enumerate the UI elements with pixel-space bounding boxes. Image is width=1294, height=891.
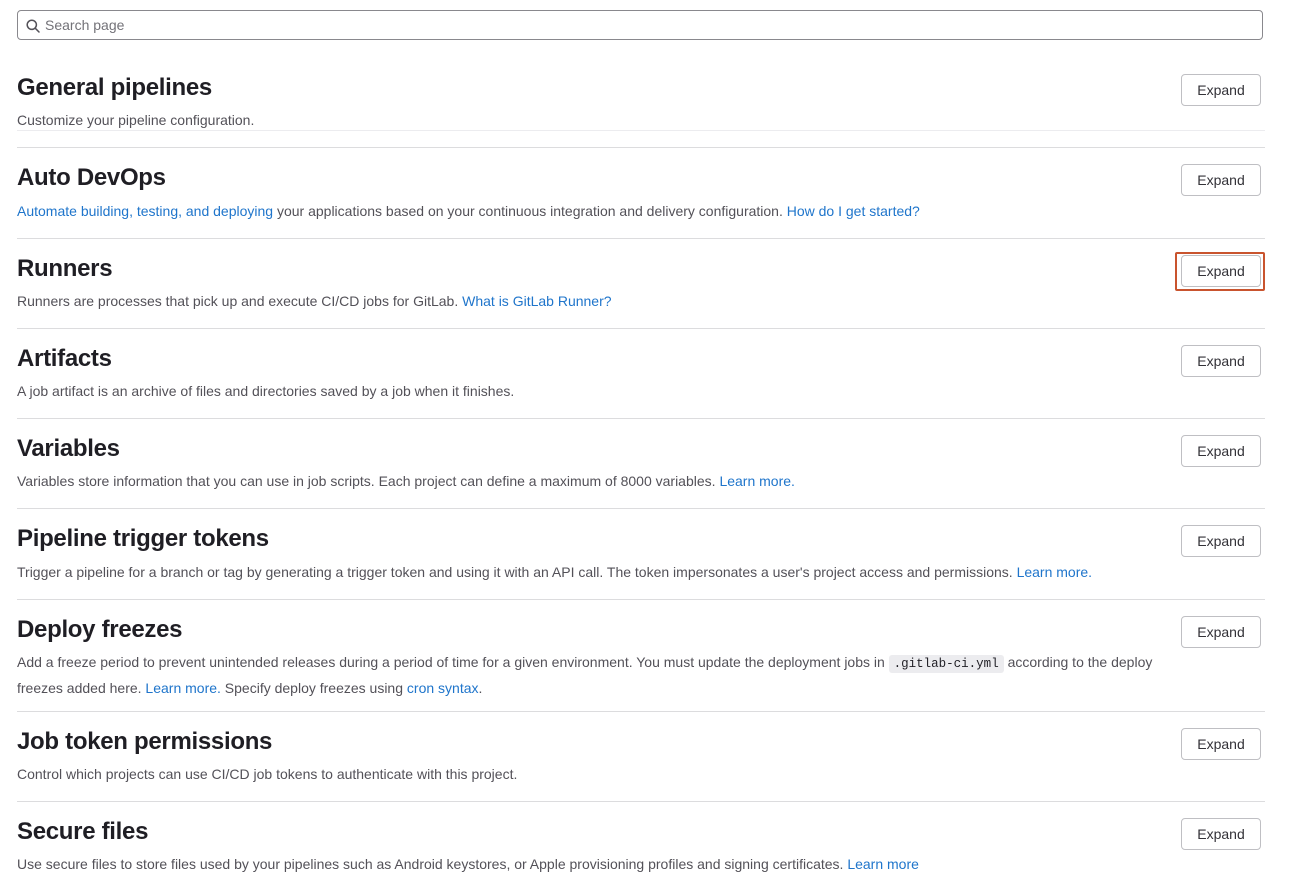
expand-button-job-token[interactable]: Expand	[1181, 728, 1261, 760]
section-description: Trigger a pipeline for a branch or tag b…	[17, 560, 1167, 584]
expand-button-auto-devops[interactable]: Expand	[1181, 164, 1261, 196]
divider	[17, 508, 1265, 509]
expand-button-variables[interactable]: Expand	[1181, 435, 1261, 467]
description-text: Runners are processes that pick up and e…	[17, 293, 463, 309]
description-text: Use secure files to store files used by …	[17, 856, 848, 872]
expand-button-general-pipelines[interactable]: Expand	[1181, 74, 1261, 106]
ci-cd-settings-page: General pipelines Customize your pipelin…	[0, 0, 1294, 891]
divider	[17, 599, 1265, 600]
expand-button-deploy-freezes[interactable]: Expand	[1181, 616, 1261, 648]
section-title: Pipeline trigger tokens	[17, 525, 269, 552]
description-text: your applications based on your continuo…	[273, 203, 787, 219]
section-deploy-freezes: Deploy freezes Add a freeze period to pr…	[17, 616, 1265, 712]
divider	[17, 418, 1265, 419]
section-description: Runners are processes that pick up and e…	[17, 289, 1167, 313]
section-description: Variables store information that you can…	[17, 469, 1167, 493]
runner-info-link[interactable]: What is GitLab Runner?	[462, 293, 611, 309]
section-description: Automate building, testing, and deployin…	[17, 199, 1167, 223]
expand-button-artifacts[interactable]: Expand	[1181, 345, 1261, 377]
section-title: Auto DevOps	[17, 164, 166, 191]
divider	[17, 147, 1265, 148]
divider	[17, 130, 1265, 131]
section-title: Deploy freezes	[17, 616, 183, 643]
search-icon	[26, 19, 40, 33]
section-variables: Variables Variables store information th…	[17, 435, 1265, 509]
section-title: Job token permissions	[17, 728, 273, 755]
learn-more-link[interactable]: Learn more.	[145, 680, 220, 696]
section-runners: Runners Runners are processes that pick …	[17, 252, 1265, 329]
section-title: General pipelines	[17, 74, 212, 101]
section-description: Use secure files to store files used by …	[17, 852, 1167, 876]
get-started-link[interactable]: How do I get started?	[787, 203, 920, 219]
section-description: A job artifact is an archive of files an…	[17, 383, 515, 399]
section-title: Secure files	[17, 818, 149, 845]
section-artifacts: Artifacts A job artifact is an archive o…	[17, 345, 1265, 419]
auto-devops-link[interactable]: Automate building, testing, and deployin…	[17, 203, 273, 219]
section-job-token-permissions: Job token permissions Control which proj…	[17, 728, 1265, 802]
learn-more-link[interactable]: Learn more.	[1017, 564, 1092, 580]
description-text: Specify deploy freezes using	[220, 680, 407, 696]
learn-more-link[interactable]: Learn more	[847, 856, 919, 872]
cron-syntax-link[interactable]: cron syntax	[407, 680, 479, 696]
section-title: Variables	[17, 435, 120, 462]
section-pipeline-trigger-tokens: Pipeline trigger tokens Trigger a pipeli…	[17, 525, 1265, 600]
description-text: Variables store information that you can…	[17, 473, 720, 489]
section-description: Control which projects can use CI/CD job…	[17, 766, 518, 782]
search-box[interactable]	[17, 10, 1263, 40]
divider	[17, 711, 1265, 712]
expand-button-secure-files[interactable]: Expand	[1181, 818, 1261, 850]
section-title: Runners	[17, 255, 113, 282]
expand-button-runners[interactable]: Expand	[1181, 255, 1261, 287]
expand-button-trigger-tokens[interactable]: Expand	[1181, 525, 1261, 557]
description-text: .	[478, 680, 483, 696]
search-input[interactable]	[45, 14, 1245, 36]
code-snippet: .gitlab-ci.yml	[888, 655, 1004, 673]
section-title: Artifacts	[17, 345, 112, 372]
description-text: Trigger a pipeline for a branch or tag b…	[17, 564, 1017, 580]
learn-more-link[interactable]: Learn more.	[719, 473, 794, 489]
section-description: Customize your pipeline configuration.	[17, 112, 255, 128]
divider	[17, 328, 1265, 329]
section-secure-files: Secure files Use secure files to store f…	[17, 818, 1265, 878]
section-auto-devops: Auto DevOps Automate building, testing, …	[17, 164, 1265, 239]
section-description: Add a freeze period to prevent unintende…	[17, 650, 1167, 700]
divider	[17, 238, 1265, 239]
section-general-pipelines: General pipelines Customize your pipelin…	[17, 74, 1265, 148]
description-text: Add a freeze period to prevent unintende…	[17, 654, 889, 670]
divider	[17, 801, 1265, 802]
